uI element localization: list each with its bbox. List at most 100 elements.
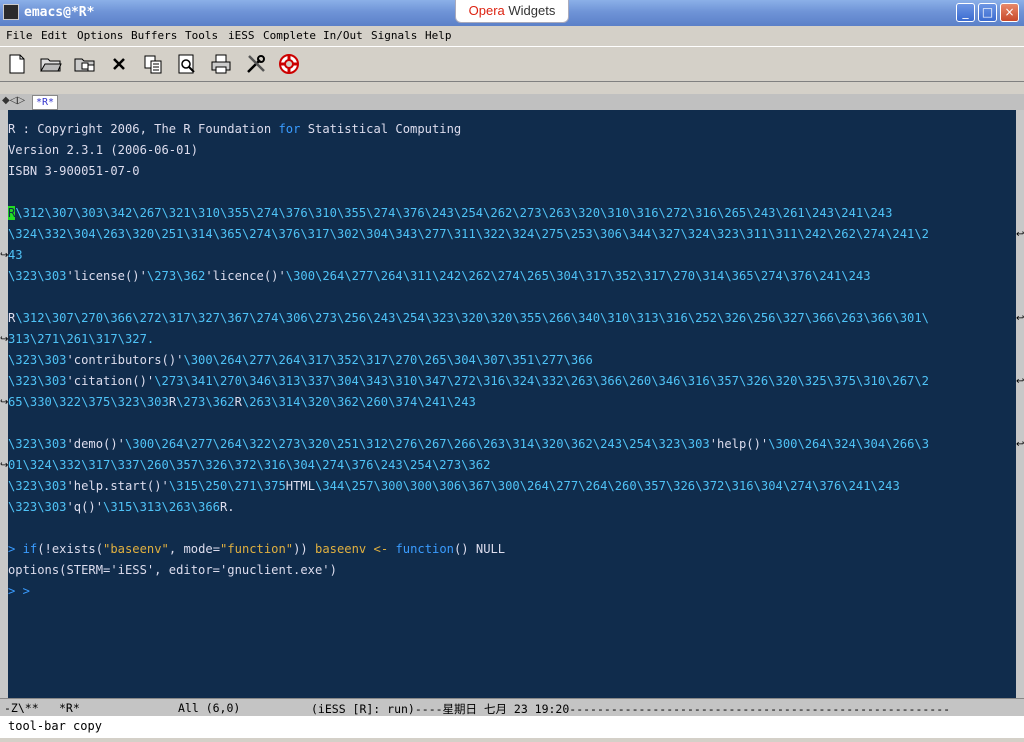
minibuffer-text: tool-bar copy (8, 719, 102, 733)
menu-file[interactable]: File (6, 29, 33, 42)
tool-bar (0, 46, 1024, 82)
console-line: \323\303'citation()'\273\341\270\346\313… (8, 371, 929, 392)
menu-options[interactable]: Options (77, 29, 123, 42)
menu-bar: File Edit Options Buffers Tools iESS Com… (0, 26, 1024, 46)
menu-complete[interactable]: Complete (263, 29, 316, 42)
open-dired-icon[interactable] (74, 53, 96, 75)
console-text: 65\330\322\375\323\303 (8, 395, 169, 409)
console-text: 'contributors()' (66, 353, 184, 367)
console-line: options(STERM='iESS', editor='gnuclient.… (8, 560, 337, 581)
bottom-strip (0, 738, 1024, 742)
console-text: 313\271\261\317\327. (8, 332, 155, 346)
console-text: \300\264\277\264\311\242\262\274\265\304… (285, 269, 871, 283)
console-line: ISBN 3-900051-07-0 (8, 161, 140, 182)
console-text: Version 2.3.1 (2006-06-01) (8, 143, 199, 157)
console-text: Statistical Computing (300, 122, 462, 136)
console-line: \323\303'demo()'\300\264\277\264\322\273… (8, 434, 929, 455)
console-text: baseenv (315, 542, 367, 556)
tab-r-buffer[interactable]: *R* (32, 95, 59, 110)
console-text: 'q()' (66, 500, 104, 514)
copy-icon[interactable] (142, 53, 164, 75)
console-text: 01\324\332\317\337\260\357\326\372\316\3… (8, 458, 491, 472)
console-line: 313\271\261\317\327. (8, 329, 154, 350)
find-icon[interactable] (176, 53, 198, 75)
console-text: > > (8, 584, 30, 598)
console-text: \273\362 (176, 395, 235, 409)
close-x-icon[interactable] (108, 53, 130, 75)
console-text: \273\362 (146, 269, 206, 283)
minimize-button[interactable]: _ (956, 3, 975, 22)
console-line: 43 (8, 245, 23, 266)
menu-signals[interactable]: Signals (371, 29, 417, 42)
console-text: R. (219, 500, 235, 514)
r-console-buffer[interactable]: R : Copyright 2006, The R Foundation for… (0, 110, 1024, 698)
menu-iess[interactable]: iESS (228, 29, 255, 42)
console-line: \324\332\304\263\320\251\314\365\274\376… (8, 224, 929, 245)
console-text: \323\303 (8, 374, 67, 388)
console-line: > if(!exists("baseenv", mode="function")… (8, 539, 505, 560)
console-line: \323\303'contributors()'\300\264\277\264… (8, 350, 593, 371)
console-line: \323\303'license()'\273\362'licence()'\3… (8, 266, 871, 287)
mode-line[interactable]: -Z\** *R* All (6,0) (iESS [R]: run)----星… (0, 698, 1024, 716)
console-text: \323\303 (8, 500, 67, 514)
maximize-button[interactable]: □ (978, 3, 997, 22)
modeline-mode[interactable]: (iESS [R]: run)----星期日 七月 23 19:20------… (311, 701, 950, 717)
console-text: () NULL (453, 542, 506, 556)
menu-buffers[interactable]: Buffers (131, 29, 177, 42)
console-text: \315\313\263\366 (103, 500, 220, 514)
console-text: "baseenv" (103, 542, 169, 556)
console-text: \312\307\270\366\272\317\327\367\274\306… (15, 311, 929, 325)
console-line: 01\324\332\317\337\260\357\326\372\316\3… (8, 455, 490, 476)
console-text: > (8, 542, 23, 556)
console-text: \323\303 (8, 353, 67, 367)
console-line: \323\303'q()'\315\313\263\366R. (8, 497, 235, 518)
opera-widgets-badge[interactable]: Opera Widgets (455, 0, 569, 23)
wrap-continuation-icon: ↩ (1016, 229, 1024, 240)
wrap-continuation-icon: ↪ (0, 397, 9, 408)
tab-scroll-arrows-icon[interactable]: ◆◁▷ (2, 95, 25, 106)
console-text: \300\264\277\264\322\273\320\251\312\276… (124, 437, 710, 451)
customize-tools-icon[interactable] (245, 53, 267, 75)
console-line: \323\303'help.start()'\315\250\271\375HT… (8, 476, 900, 497)
console-text: (!exists( (37, 542, 104, 556)
console-text: 'citation()' (66, 374, 155, 388)
new-file-icon[interactable] (6, 53, 28, 75)
console-text: \324\332\304\263\320\251\314\365\274\376… (8, 227, 929, 241)
menu-tools[interactable]: Tools (185, 29, 218, 42)
emacs-app-icon[interactable] (3, 4, 19, 20)
tab-line: ◆◁▷ *R* (0, 94, 1024, 110)
wrap-continuation-icon: ↪ (0, 334, 9, 345)
title-bar[interactable]: emacs@*R* Opera Widgets _ □ × (0, 0, 1024, 26)
wrap-continuation-icon: ↪ (0, 460, 9, 471)
menu-edit[interactable]: Edit (41, 29, 68, 42)
print-icon[interactable] (210, 53, 232, 75)
console-text: \323\303 (8, 479, 67, 493)
console-text: ISBN 3-900051-07-0 (8, 164, 140, 178)
open-folder-icon[interactable] (40, 53, 62, 75)
modeline-status: -Z\** (4, 701, 39, 715)
menu-in-out[interactable]: In/Out (323, 29, 363, 42)
console-line: R : Copyright 2006, The R Foundation for… (8, 119, 461, 140)
console-text: R (234, 395, 242, 409)
console-text: \312\307\303\342\267\321\310\355\274\376… (15, 206, 893, 220)
help-lifebuoy-icon[interactable] (278, 53, 300, 75)
widgets-label: Widgets (508, 3, 556, 18)
console-text: \323\303 (8, 269, 67, 283)
menu-help[interactable]: Help (425, 29, 452, 42)
console-text: "function" (220, 542, 294, 556)
opera-label: Opera (468, 3, 505, 18)
console-text: 43 (8, 248, 23, 262)
console-text: if (22, 542, 38, 556)
console-text: \344\257\300\300\306\367\300\264\277\264… (315, 479, 900, 493)
console-text: \323\303 (8, 437, 67, 451)
console-text: 'license()' (66, 269, 147, 283)
modeline-buffer-name[interactable]: *R* (59, 701, 80, 715)
console-text: 'licence()' (205, 269, 286, 283)
console-text: 'help.start()' (66, 479, 169, 493)
console-text: R : Copyright 2006, The R Foundation (8, 122, 279, 136)
console-text: for (278, 122, 301, 136)
close-button[interactable]: × (1000, 3, 1019, 22)
right-fringe (1016, 110, 1024, 698)
console-line: R\312\307\303\342\267\321\310\355\274\37… (8, 203, 892, 224)
wrap-continuation-icon: ↩ (1016, 439, 1024, 450)
